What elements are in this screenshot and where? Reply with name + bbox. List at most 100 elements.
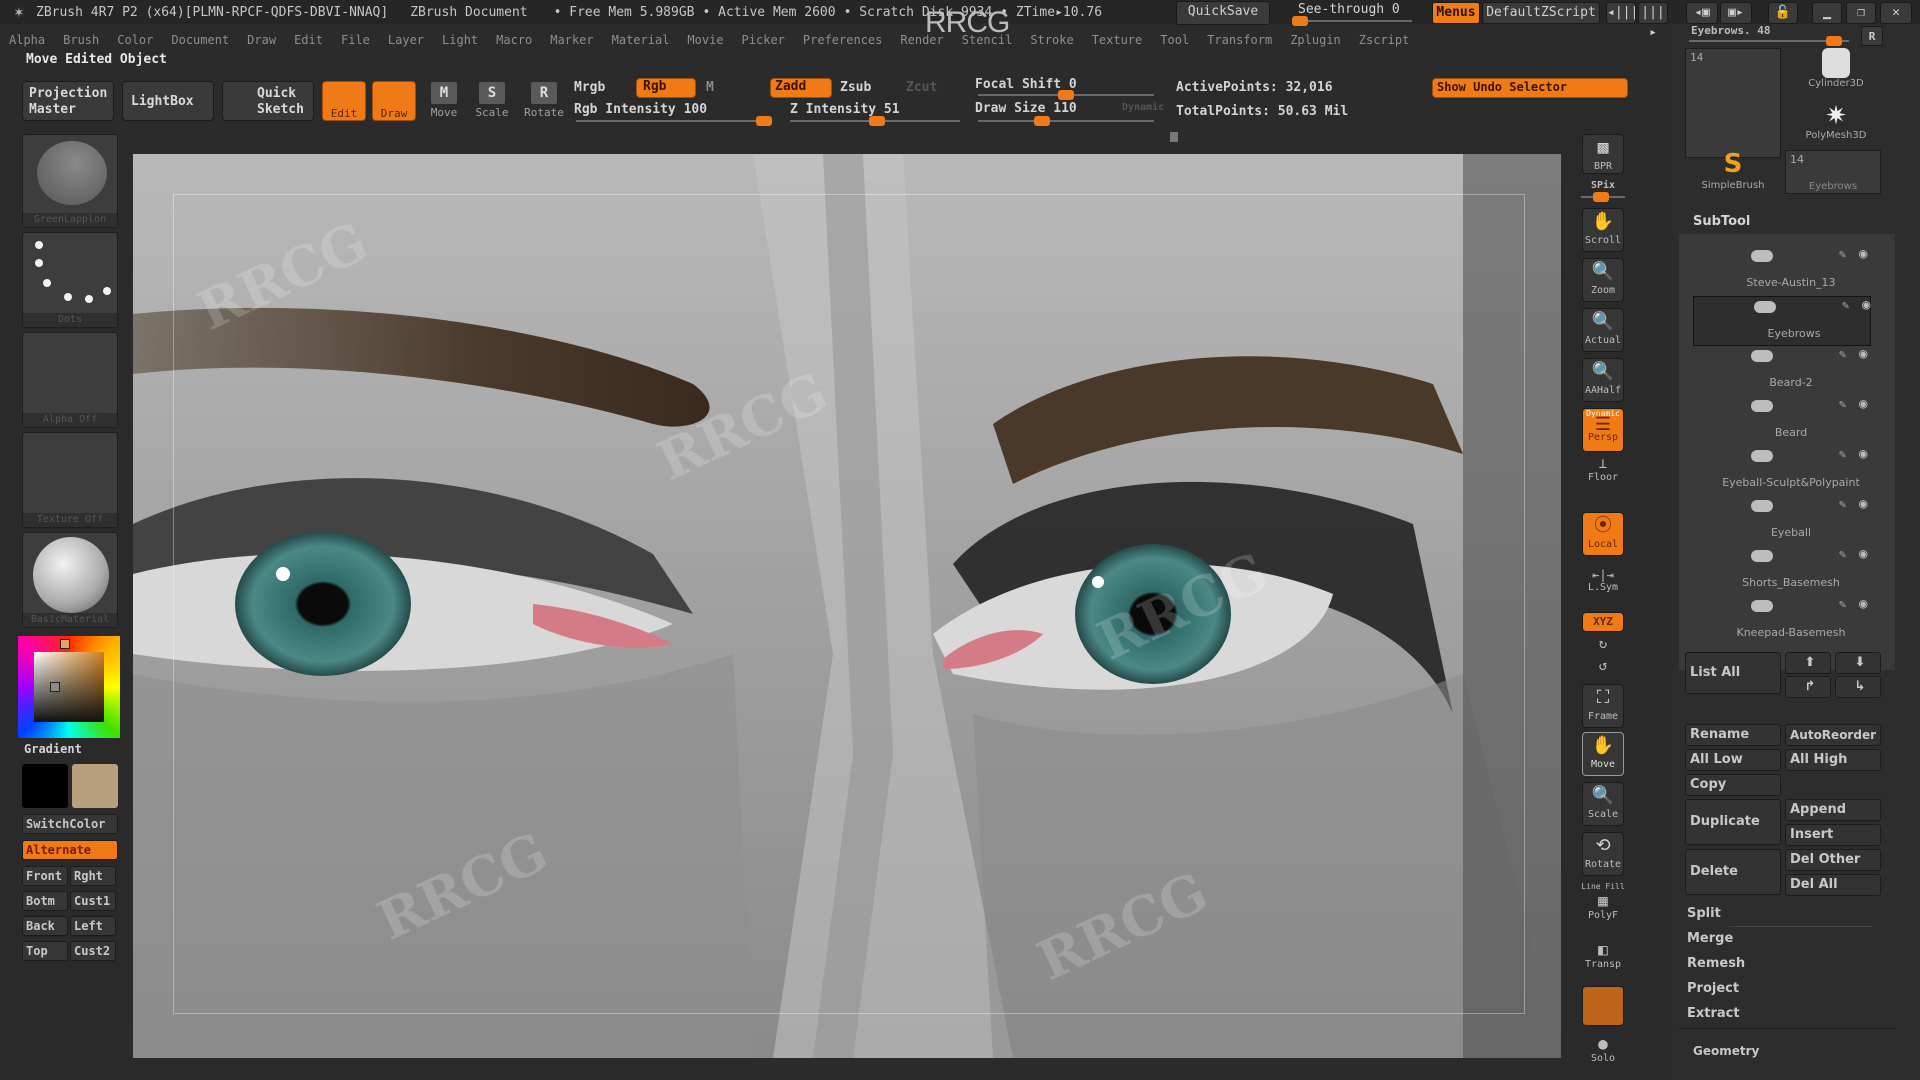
move-up-icon[interactable]: ⬆ [1785,652,1831,674]
menu-zplugin[interactable]: Zplugin [1281,30,1350,50]
menu-brush[interactable]: Brush [54,30,108,50]
move-view-button[interactable]: ✋ Move [1582,732,1624,776]
duplicate-button[interactable]: Duplicate [1685,799,1781,845]
zcut-button[interactable]: Zcut [906,80,937,95]
r-button[interactable]: R [1861,26,1883,46]
lock-icon[interactable]: 🔓 [1768,2,1798,24]
hue-handle[interactable] [60,639,70,649]
scroll-button[interactable]: ✋ Scroll [1582,208,1624,252]
view-bottom-button[interactable]: Botm [22,891,68,911]
insert-button[interactable]: Insert [1785,824,1881,846]
brush-thumbnail[interactable]: GreenLapplon [22,134,118,228]
eye-visibility-icon[interactable]: ◉ [1859,346,1867,362]
shelf-right-icon[interactable]: |||▸ [1638,2,1668,40]
switch-color-button[interactable]: SwitchColor [22,814,118,834]
geometry-header[interactable]: Geometry [1693,1044,1759,1058]
spix-slider[interactable] [1581,192,1625,202]
mrgb-button[interactable]: Mrgb [574,80,605,95]
tool-cylinder3d[interactable]: Cylinder3D [1791,48,1881,89]
polypaint-toggle[interactable] [1751,450,1773,462]
m-button[interactable]: M [706,80,714,95]
edit-button[interactable]: Edit [322,81,366,121]
saturation-handle[interactable] [50,682,60,692]
delete-button[interactable]: Delete [1685,849,1781,895]
menu-macro[interactable]: Macro [487,30,541,50]
transp-button[interactable]: ◧ Transp [1573,940,1633,970]
menu-texture[interactable]: Texture [1083,30,1152,50]
slider-knob[interactable] [756,116,772,126]
draw-size-slider[interactable] [978,116,1154,126]
list-all-button[interactable]: List All [1685,652,1781,694]
zadd-button[interactable]: Zadd [770,78,832,98]
rotate-view-button[interactable]: ⟲ Rotate [1582,832,1624,876]
gradient-label[interactable]: Gradient [24,742,82,756]
brush-icon[interactable]: ✎ [1839,347,1846,361]
menu-alpha[interactable]: Alpha [0,30,54,50]
brush-icon[interactable]: ✎ [1839,247,1846,261]
subtool-item[interactable]: ✎ ◉ Eyeball [1691,496,1891,546]
actual-button[interactable]: 🔍 Actual [1582,308,1624,352]
subtool-item[interactable]: ✎ ◉ Beard-2 [1691,346,1891,396]
document-canvas[interactable]: RRCG RRCG RRCG RRCG RRCG [133,154,1561,1058]
polypaint-toggle[interactable] [1751,500,1773,512]
subtool-header[interactable]: SubTool [1693,214,1750,229]
see-through-slider[interactable] [1292,16,1412,26]
view-back-button[interactable]: Back [22,916,68,936]
menu-tool[interactable]: Tool [1151,30,1198,50]
slider-knob[interactable] [1826,36,1842,46]
restore-icon[interactable]: ❐ [1846,2,1876,24]
project-menu[interactable]: Project [1687,981,1739,996]
del-all-button[interactable]: Del All [1785,874,1881,896]
menu-layer[interactable]: Layer [379,30,433,50]
shelf-left-icon[interactable]: ◂||| [1606,2,1638,24]
tool-simplebrush[interactable]: S SimpleBrush [1685,148,1781,191]
texture-thumbnail[interactable]: Texture Off [22,432,118,528]
polypaint-toggle[interactable] [1751,250,1773,262]
append-button[interactable]: Append [1785,799,1881,821]
view-cust1-button[interactable]: Cust1 [70,891,116,911]
menu-preferences[interactable]: Preferences [794,30,891,50]
eye-visibility-icon[interactable]: ◉ [1859,246,1867,262]
tool-slider[interactable] [1689,36,1849,46]
aahalf-button[interactable]: 🔍 AAHalf [1582,358,1624,402]
frame-button[interactable]: ⛶ Frame [1582,684,1624,728]
draw-button[interactable]: Draw [372,81,416,121]
slider-knob[interactable] [1034,116,1050,126]
menu-stencil[interactable]: Stencil [953,30,1022,50]
menu-document[interactable]: Document [162,30,238,50]
menu-file[interactable]: File [332,30,379,50]
polyf-button[interactable]: Line Fill ▦ PolyF [1573,882,1633,921]
menu-marker[interactable]: Marker [541,30,602,50]
auto-reorder-button[interactable]: AutoReorder [1785,724,1881,746]
menu-draw[interactable]: Draw [238,30,285,50]
menus-button[interactable]: Menus [1432,2,1480,24]
local-button[interactable]: ⦿ Local [1582,512,1624,556]
color-picker-square[interactable] [34,652,104,722]
extract-menu[interactable]: Extract [1687,1006,1740,1021]
zsub-button[interactable]: Zsub [840,80,871,95]
eye-visibility-icon[interactable]: ◉ [1859,496,1867,512]
rgb-button[interactable]: Rgb [636,78,696,98]
brush-icon[interactable]: ✎ [1839,447,1846,461]
zoom-button[interactable]: 🔍 Zoom [1582,258,1624,302]
eye-visibility-icon[interactable]: ◉ [1859,446,1867,462]
quicksave-button[interactable]: QuickSave [1176,1,1270,25]
subtool-item[interactable]: ✎ ◉ Shorts_Basemesh [1691,546,1891,596]
polypaint-toggle[interactable] [1754,301,1776,313]
slider-knob[interactable] [1058,90,1074,100]
view-cust2-button[interactable]: Cust2 [70,941,116,961]
material-thumbnail[interactable]: BasicMaterial [22,532,118,628]
brush-icon[interactable]: ✎ [1842,298,1849,312]
color-picker-wheel[interactable] [18,636,120,738]
menu-edit[interactable]: Edit [285,30,332,50]
layout-right-icon[interactable]: ▣▸ [1720,2,1752,24]
menu-zscript[interactable]: Zscript [1350,30,1419,50]
focal-shift-slider[interactable] [978,90,1154,100]
remesh-menu[interactable]: Remesh [1687,956,1745,971]
subtool-item[interactable]: ✎ ◉ Eyeball-Sculpt&Polypaint [1691,446,1891,496]
move-button[interactable]: M Move [424,82,464,119]
subtool-item[interactable]: ✎ ◉ Kneepad-Basemesh [1691,596,1891,646]
scale-button[interactable]: S Scale [472,82,512,119]
split-menu[interactable]: Split [1687,906,1721,921]
all-low-button[interactable]: All Low [1685,749,1781,771]
